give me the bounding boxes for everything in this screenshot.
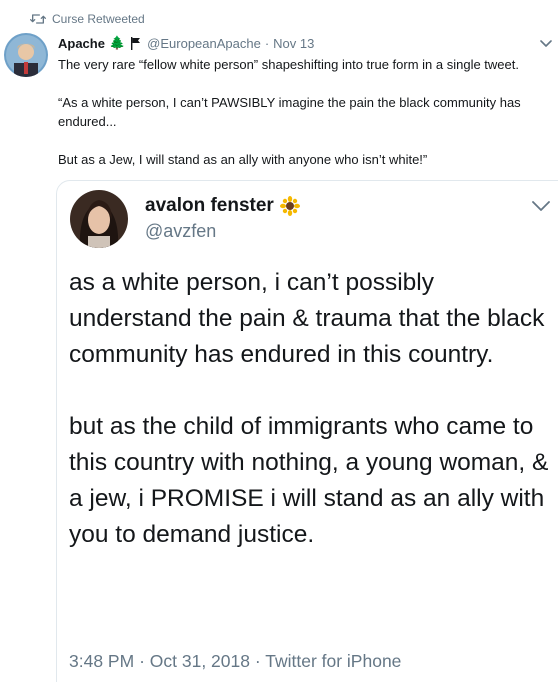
retweet-label[interactable]: Curse Retweeted — [52, 12, 145, 26]
sunflower-icon — [279, 196, 300, 216]
quoted-avatar[interactable] — [70, 190, 128, 248]
chevron-down-icon[interactable] — [540, 37, 552, 49]
author-handle[interactable]: @EuropeanApache — [147, 36, 261, 51]
flag-icon — [131, 36, 141, 50]
meta-separator-1: · — [139, 651, 145, 671]
retweet-icon — [30, 14, 46, 24]
quoted-text-paragraph-1: as a white person, i can’t possibly unde… — [69, 269, 545, 368]
tree-emoji: 🌲 — [108, 35, 126, 50]
quoted-author-name[interactable]: avalon fenster — [145, 195, 274, 217]
tweet-screenshot: Curse Retweeted Apache 🌲 @EuropeanApache… — [0, 0, 558, 682]
tweet-date[interactable]: Nov 13 — [273, 36, 314, 51]
quoted-time[interactable]: 3:48 PM — [69, 651, 134, 671]
avatar[interactable] — [4, 33, 48, 77]
quoted-avatar-image — [70, 190, 128, 248]
quoted-text-paragraph-2: but as the child of immigrants who came … — [69, 413, 549, 548]
meta-separator-2: · — [254, 651, 261, 671]
avatar-image — [4, 33, 48, 77]
author-name[interactable]: Apache — [58, 36, 105, 51]
quoted-source[interactable]: Twitter for iPhone — [265, 651, 401, 671]
separator-dot: · — [264, 35, 270, 51]
quoted-author-handle[interactable]: @avzfen — [145, 221, 216, 242]
tweet-text-line-2: “As a white person, I can’t PAWSIBLY ima… — [58, 95, 521, 129]
tweet-header: Apache 🌲 @EuropeanApache · Nov 13 — [58, 34, 314, 52]
retweet-indicator: Curse Retweeted — [30, 10, 145, 28]
tweet-text-line-3: But as a Jew, I will stand as an ally wi… — [58, 152, 428, 167]
quoted-date[interactable]: Oct 31, 2018 — [150, 651, 250, 671]
quoted-chevron-down-icon[interactable] — [532, 200, 550, 212]
tweet-text: The very rare “fellow white person” shap… — [58, 55, 554, 169]
quoted-author-name-row: avalon fenster — [145, 195, 300, 217]
quoted-tweet-text: as a white person, i can’t possibly unde… — [69, 265, 549, 553]
quoted-tweet-meta: 3:48 PM · Oct 31, 2018 · Twitter for iPh… — [69, 651, 401, 672]
tweet-text-line-1: The very rare “fellow white person” shap… — [58, 57, 519, 72]
quoted-tweet-card[interactable]: avalon fenster @avzfen as a white person… — [56, 180, 558, 682]
